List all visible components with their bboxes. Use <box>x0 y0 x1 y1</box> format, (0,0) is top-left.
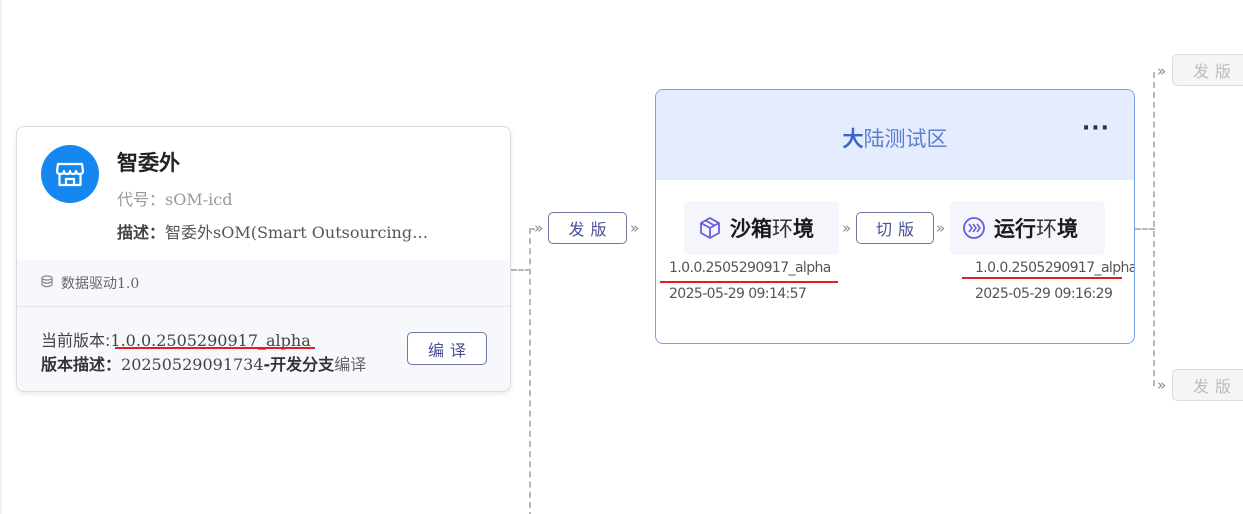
zone-title-bold: 大 <box>842 127 864 151</box>
compile-button[interactable]: 编译 <box>407 332 487 365</box>
runtime-version: 1.0.0.2505290917_alpha <box>975 260 1135 276</box>
sandbox-time: 2025-05-29 09:14:57 <box>669 286 807 302</box>
app-code-value: sOM-icd <box>165 190 233 209</box>
release-button-bottom[interactable]: 发版 <box>1172 369 1243 401</box>
connector-right-trunk <box>1153 72 1155 386</box>
app-description: 描述：智委外sOM(Smart Outsourcing… <box>117 219 437 243</box>
more-icon[interactable]: ··· <box>1082 116 1110 141</box>
store-icon <box>41 145 99 203</box>
red-underline <box>962 277 1122 279</box>
version-desc-branch: -开发分支 <box>263 355 335 374</box>
sandbox-label-light: 环 <box>772 217 793 241</box>
chevron-icon: » <box>534 219 543 237</box>
app-desc-value: 智委外sOM(Smart Outsourcing… <box>165 223 429 242</box>
zone-title-rest: 陆测试区 <box>863 127 948 151</box>
version-desc-number: 20250529091734 <box>121 355 264 374</box>
current-version-label: 当前版本: <box>41 331 111 350</box>
sandbox-label-bold: 沙箱 <box>730 217 772 241</box>
zone-card[interactable]: 大陆测试区 ··· 沙箱环境 1.0.0.2505290917_alpha 20… <box>655 89 1135 344</box>
red-underline <box>115 347 315 349</box>
left-edge <box>0 0 2 514</box>
release-button[interactable]: 发版 <box>548 212 627 244</box>
chevron-icon: » <box>630 219 639 237</box>
fast-forward-icon <box>963 217 985 239</box>
app-card-footer: 当前版本:1.0.0.2505290917_alpha 版本描述：2025052… <box>17 307 510 391</box>
version-description: 版本描述：20250529091734-开发分支编译 <box>41 351 366 375</box>
package-icon <box>700 217 720 239</box>
runtime-time: 2025-05-29 09:16:29 <box>975 286 1113 302</box>
chevron-icon: » <box>1157 62 1166 80</box>
release-button-top[interactable]: 发版 <box>1172 54 1243 86</box>
app-title: 智委外 <box>117 151 180 175</box>
app-desc-label: 描述： <box>117 223 166 242</box>
app-code: 代号：sOM-icd <box>117 186 232 210</box>
chevron-icon: » <box>842 219 851 237</box>
app-card-header: 智委外 代号：sOM-icd 描述：智委外sOM(Smart Outsourci… <box>17 127 510 260</box>
app-code-label: 代号： <box>117 190 166 209</box>
connector-zone-out <box>1135 228 1155 230</box>
runtime-env[interactable]: 运行环境 <box>950 201 1105 255</box>
runtime-label-bold: 运行 <box>994 217 1036 241</box>
runtime-label-tail: 境 <box>1057 217 1078 241</box>
current-version: 当前版本:1.0.0.2505290917_alpha <box>41 327 315 351</box>
zone-header: 大陆测试区 ··· <box>656 90 1134 180</box>
sandbox-label-tail: 境 <box>793 217 814 241</box>
flow-canvas: » 发版 » 智委外 代号：sOM-icd 描述：智委外sOM(Smart Ou… <box>0 0 1243 514</box>
zone-title: 大陆测试区 <box>656 123 1134 153</box>
version-desc-label: 版本描述： <box>41 355 122 374</box>
runtime-label-light: 环 <box>1036 217 1057 241</box>
version-desc-suffix: 编译 <box>334 355 367 374</box>
chevron-icon: » <box>936 219 945 237</box>
database-icon <box>41 274 53 292</box>
sandbox-version: 1.0.0.2505290917_alpha <box>669 260 831 276</box>
connector-app-out <box>511 269 531 271</box>
sandbox-env[interactable]: 沙箱环境 <box>684 201 839 255</box>
red-underline <box>660 281 838 283</box>
switch-version-button[interactable]: 切版 <box>856 212 934 244</box>
app-driver: 数据驱动1.0 <box>17 260 510 307</box>
app-card[interactable]: 智委外 代号：sOM-icd 描述：智委外sOM(Smart Outsourci… <box>16 126 511 392</box>
connector-trunk <box>529 228 531 514</box>
chevron-icon: » <box>1157 376 1166 394</box>
driver-label: 数据驱动1.0 <box>61 276 140 292</box>
